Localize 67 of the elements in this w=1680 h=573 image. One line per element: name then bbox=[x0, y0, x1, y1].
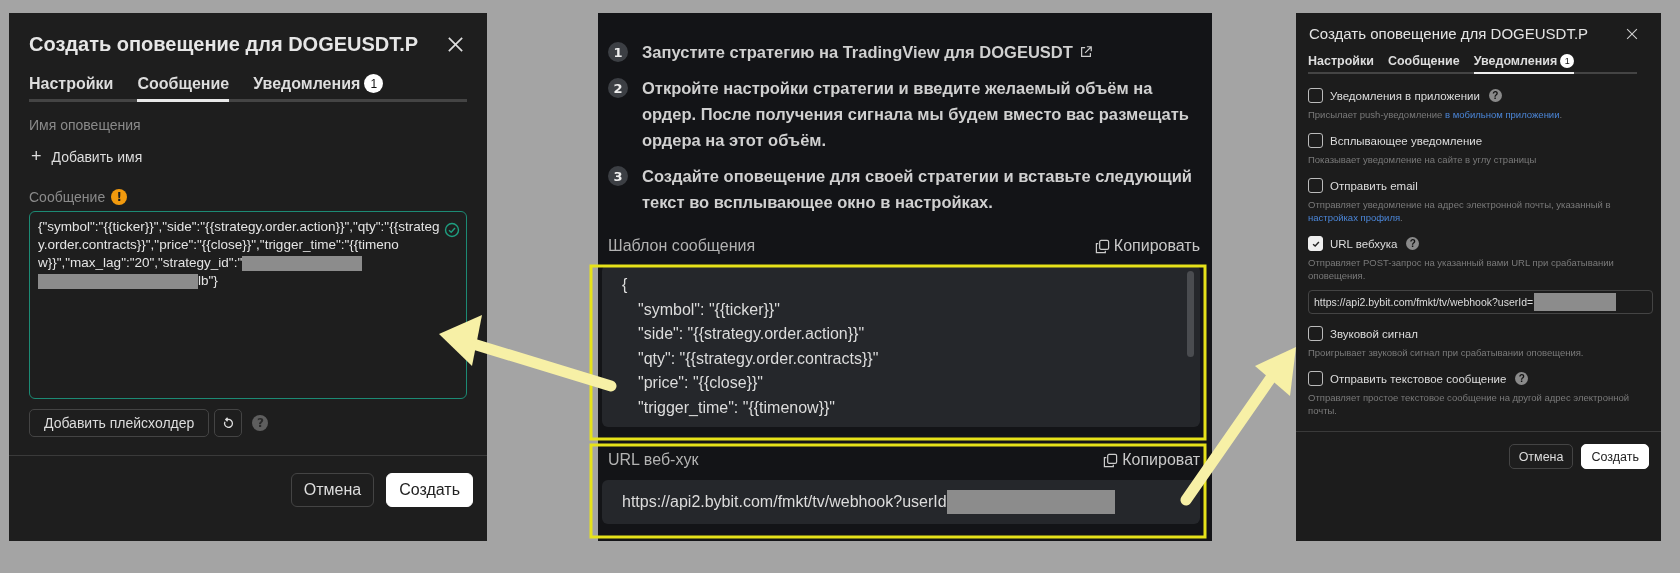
step-number: 1 bbox=[608, 42, 628, 62]
copy-icon bbox=[1103, 452, 1119, 468]
code-line: "symbol": "{{ticker}}" bbox=[637, 299, 781, 320]
url-field[interactable]: https://api2.bybit.com/fmkt/tv/webhook?userId bbox=[602, 480, 1200, 524]
create-button[interactable]: Создать bbox=[1581, 444, 1649, 469]
count-badge: 1 bbox=[1560, 54, 1575, 68]
help-icon[interactable]: ? bbox=[1406, 237, 1420, 250]
warning-icon: ! bbox=[111, 189, 128, 205]
copy-button[interactable]: Копировать bbox=[1094, 237, 1200, 255]
step-text: Создайте оповещение для своей стратегии и вставьте следующий текст во всплывающее окно в настройках. bbox=[642, 166, 1193, 213]
code-line: "side": "{{strategy.order.action}}" bbox=[637, 324, 866, 344]
dialog-title: Создать оповещение для DOGEUSDT.P bbox=[29, 33, 419, 56]
step-text: Запустите стратегию на TradingView для DOGEUSDT bbox=[642, 39, 1093, 65]
option-label: Отправить email bbox=[1330, 179, 1418, 192]
close-icon[interactable] bbox=[1625, 26, 1639, 41]
cancel-button[interactable]: Отмена bbox=[290, 473, 375, 507]
add-name-button[interactable]: + Добавить имя bbox=[29, 146, 143, 167]
count-badge: 1 bbox=[364, 74, 384, 93]
option-label: URL вебхука bbox=[1330, 237, 1398, 250]
option-label: Уведомления в приложении bbox=[1330, 89, 1480, 102]
copy-button[interactable]: Копироват bbox=[1103, 451, 1200, 469]
option-description: Проигрывает звуковой сигнал при срабатывании оповещения. bbox=[1308, 346, 1585, 359]
dialog-title: Создать оповещение для DOGEUSDT.P bbox=[1309, 25, 1589, 42]
code-line: { bbox=[622, 275, 629, 295]
code-line: "trigger_time": "{{timenow}}" bbox=[637, 397, 837, 418]
external-link-icon[interactable] bbox=[1078, 45, 1093, 59]
section-label: Шаблон сообщения bbox=[608, 237, 756, 255]
option-description: Отправляет уведомление на адрес электронной почты, указанный в настройках профиля. bbox=[1308, 198, 1612, 224]
option-label: Звуковой сигнал bbox=[1330, 327, 1418, 340]
help-icon[interactable]: ? bbox=[1515, 372, 1529, 385]
create-button[interactable]: Создать bbox=[386, 473, 473, 507]
option-label: Всплывающее уведомление bbox=[1330, 134, 1483, 147]
option-description: Отправляет простое текстовое сообщение на другой адрес электронной почты. bbox=[1308, 391, 1631, 417]
message-field[interactable]: {"symbol":"{{ticker}}","side":"{{strategy.order.action}}","qty":"{{strategy.order.contracts}}","price":"{{close}}","trigger_time":"{{timenow}}","max_lag":"20","strategy_id":" lb"} bbox=[29, 211, 467, 399]
link[interactable]: в мобильном приложении bbox=[1445, 109, 1560, 120]
add-placeholder-button[interactable]: Добавить плейсхолдер bbox=[29, 409, 210, 437]
tab[interactable]: Уведомления 1 bbox=[1473, 54, 1575, 74]
field-label: Сообщение bbox=[29, 189, 106, 205]
tab[interactable]: Сообщение bbox=[137, 74, 230, 102]
option-description: Показывает уведомление на сайте в углу страницы bbox=[1308, 153, 1538, 166]
code-line: "qty": "{{strategy.order.contracts}}" bbox=[637, 348, 880, 369]
scrollbar[interactable] bbox=[1187, 271, 1194, 357]
checkbox[interactable] bbox=[1308, 133, 1323, 148]
tab[interactable]: Сообщение bbox=[1387, 54, 1460, 74]
field-label: Имя оповещения bbox=[29, 117, 142, 133]
checkbox[interactable] bbox=[1308, 326, 1323, 341]
option-label: Отправить текстовое сообщение bbox=[1330, 372, 1507, 385]
tab[interactable]: Уведомления 1 bbox=[253, 74, 384, 102]
step-number: 2 bbox=[608, 78, 628, 98]
tab[interactable]: Настройки bbox=[29, 74, 114, 102]
option-description: Отправляет POST-запрос на указанный вами URL при срабатывании оповещения. bbox=[1308, 256, 1615, 282]
copy-icon bbox=[1094, 238, 1110, 254]
reset-icon bbox=[221, 416, 236, 430]
tab[interactable]: Настройки bbox=[1308, 54, 1374, 74]
step-text: Откройте настройки стратегии и введите желаемый объём на ордер. После получения сигнала мы будем вместо вас размещать ордера на этот объём. bbox=[642, 78, 1190, 151]
checkbox[interactable] bbox=[1308, 178, 1323, 193]
checkbox[interactable] bbox=[1308, 88, 1323, 103]
step-number: 3 bbox=[608, 166, 628, 186]
cancel-button[interactable]: Отмена bbox=[1508, 444, 1574, 469]
url-field[interactable]: https://api2.bybit.com/fmkt/tv/webhook?userId= bbox=[1308, 290, 1653, 314]
close-icon[interactable] bbox=[446, 35, 465, 54]
reset-button[interactable] bbox=[214, 409, 243, 437]
code-line: "price": "{{close}}" bbox=[637, 373, 764, 393]
help-icon[interactable]: ? bbox=[1488, 89, 1502, 102]
section-label: URL веб-хук bbox=[608, 451, 699, 469]
option-description: Присылает push-уведомление в мобильном приложении. bbox=[1308, 108, 1564, 121]
checkbox[interactable] bbox=[1308, 371, 1323, 386]
